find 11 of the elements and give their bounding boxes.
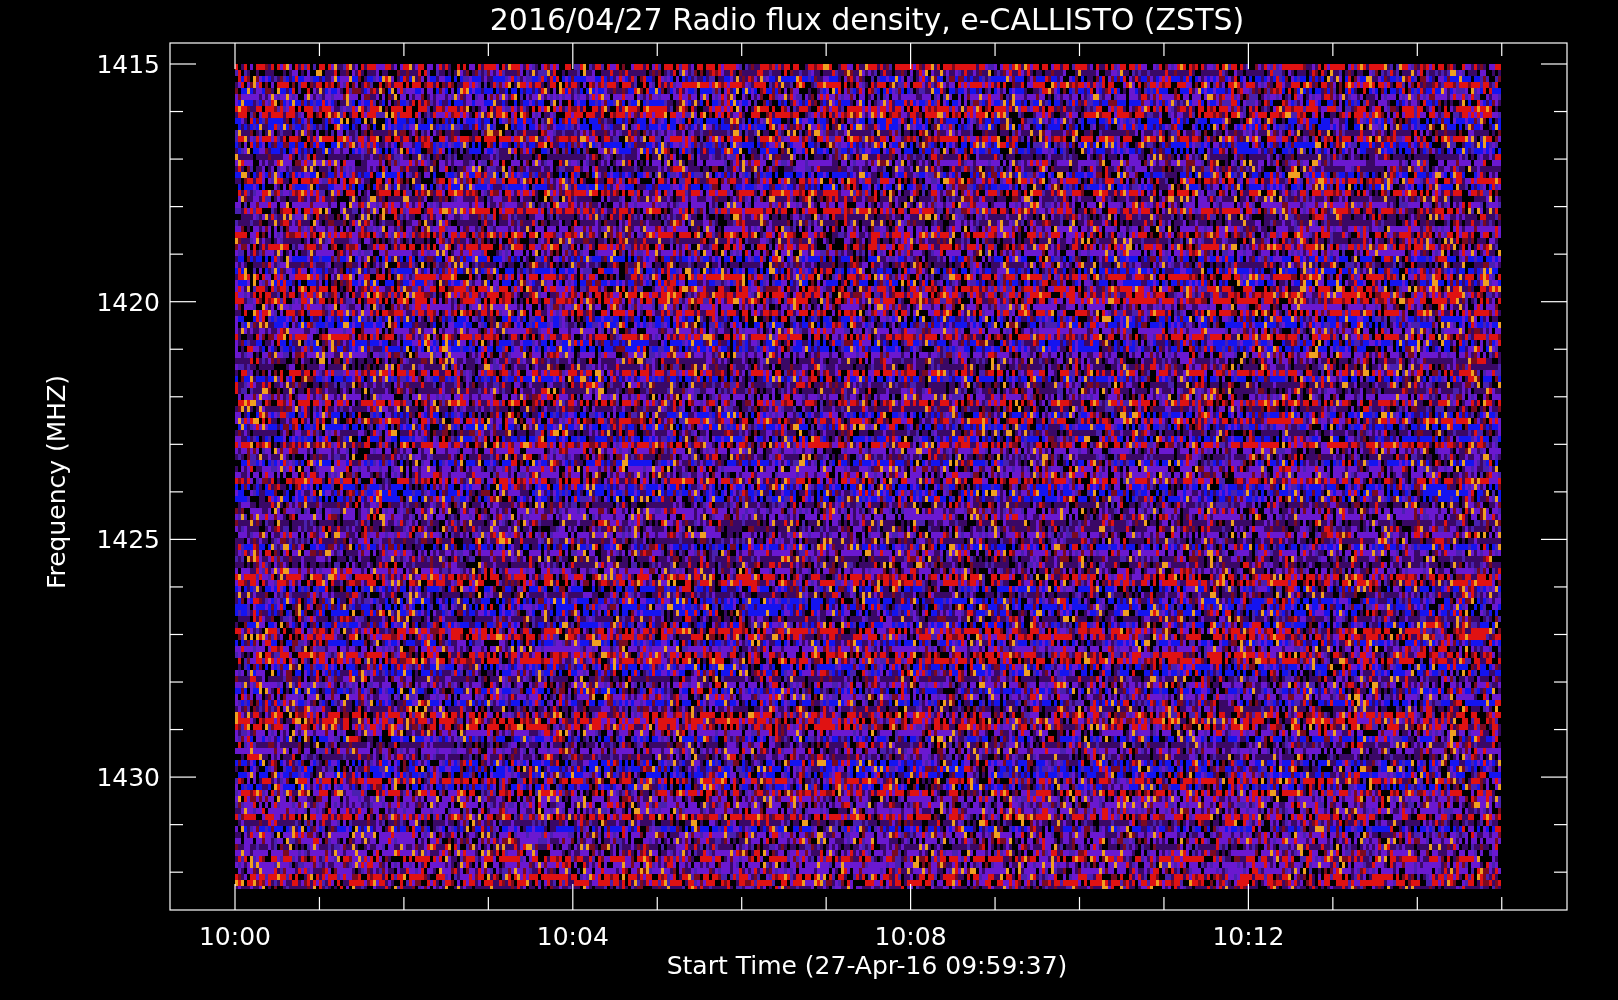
y-tick-label: 1425: [96, 525, 160, 555]
y-tick-label: 1430: [96, 763, 160, 793]
y-axis-label: Frequency (MHZ): [42, 374, 71, 590]
x-tick-label: 10:04: [536, 922, 609, 951]
y-tick-label: 1420: [96, 287, 160, 317]
x-axis-label: Start Time (27-Apr-16 09:59:37): [666, 951, 1068, 980]
x-tick-label: 10:00: [199, 922, 271, 951]
x-tick-label: 10:08: [874, 922, 947, 951]
x-tick-label: 10:12: [1212, 922, 1285, 951]
y-tick-label: 1415: [96, 50, 160, 79]
chart-title: 2016/04/27 Radio flux density, e-CALLISTO (ZSTS): [489, 2, 1245, 37]
